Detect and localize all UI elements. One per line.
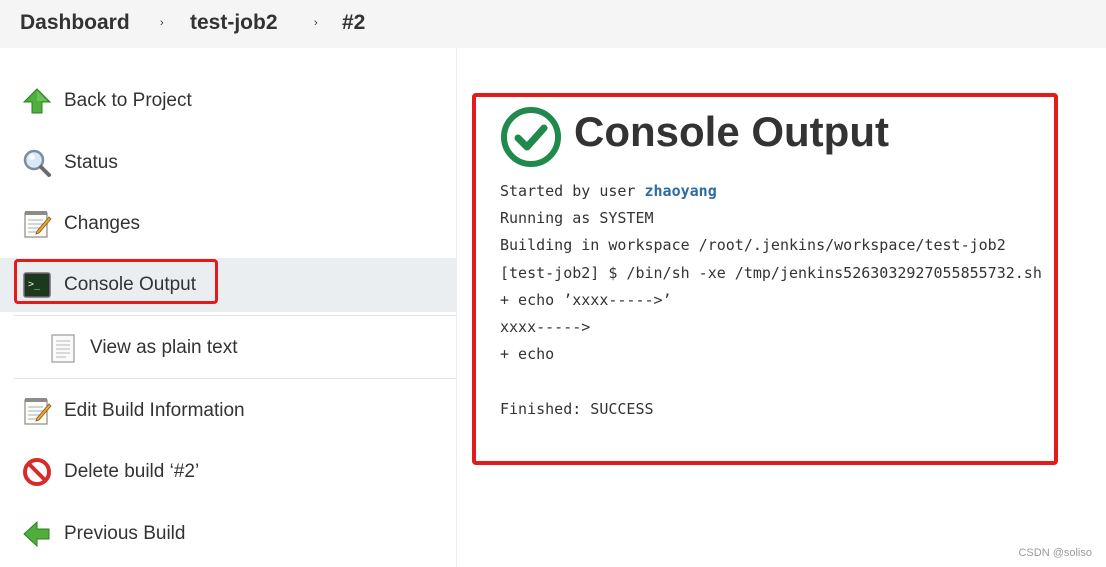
left-arrow-icon	[22, 519, 52, 549]
console-log: Started by user zhaoyang Running as SYSTE…	[500, 178, 1042, 423]
sidebar-item-status[interactable]: Status	[14, 136, 456, 190]
sidebar-item-edit-build-information[interactable]: Edit Build Information	[14, 384, 456, 438]
sidebar-item-previous-build[interactable]: Previous Build	[14, 507, 456, 561]
sidebar-item-label: Delete build ‘#2’	[64, 461, 200, 482]
chevron-right-icon[interactable]: ›	[314, 11, 318, 35]
sidebar-item-label: Console Output	[64, 274, 197, 295]
console-line: Building in workspace /root/.jenkins/wor…	[500, 236, 1006, 255]
console-line: Running as SYSTEM	[500, 209, 654, 228]
svg-text:>_: >_	[28, 279, 41, 290]
user-link[interactable]: zhaoyang	[645, 182, 717, 200]
console-text: Started by user	[500, 182, 645, 200]
sidebar-item-changes[interactable]: Changes	[14, 197, 456, 251]
up-arrow-icon	[22, 86, 52, 116]
breadcrumb-build[interactable]: #2	[342, 10, 365, 36]
console-line: xxxx----->	[500, 317, 591, 336]
divider	[14, 315, 456, 316]
sidebar-item-label: View as plain text	[90, 337, 238, 358]
console-line: [test-job2] $ /bin/sh -xe /tmp/jenkins52…	[500, 263, 1042, 282]
console-line: Started by user zhaoyang	[500, 178, 1042, 205]
console-line: + echo ’xxxx----->’	[500, 290, 672, 309]
terminal-icon: >_	[22, 270, 52, 300]
notepad-icon	[22, 396, 52, 426]
console-line: Finished: SUCCESS	[500, 399, 654, 418]
sidebar-item-console-output[interactable]: >_ Console Output	[0, 258, 456, 312]
sidebar-item-label: Changes	[64, 213, 141, 234]
document-icon	[48, 333, 78, 363]
breadcrumb: Dashboard › test-job2 › #2	[0, 0, 1106, 48]
watermark: CSDN @soliso	[1018, 547, 1092, 559]
sidebar-item-view-as-plain-text[interactable]: View as plain text	[40, 321, 456, 375]
chevron-right-icon[interactable]: ›	[160, 11, 164, 35]
sidebar-item-back-to-project[interactable]: Back to Project	[14, 74, 456, 128]
magnifier-icon	[22, 148, 52, 178]
breadcrumb-job[interactable]: test-job2	[190, 10, 278, 36]
divider	[14, 378, 456, 379]
page-title: Console Output	[574, 108, 889, 155]
success-check-icon	[498, 104, 564, 170]
console-line: + echo	[500, 345, 555, 364]
no-entry-icon	[22, 457, 52, 487]
sidebar-item-label: Back to Project	[64, 90, 192, 111]
sidebar-item-label: Status	[64, 152, 118, 173]
sidebar-divider	[456, 48, 457, 567]
notepad-icon	[22, 209, 52, 239]
breadcrumb-dashboard[interactable]: Dashboard	[20, 10, 130, 36]
sidebar-item-delete-build[interactable]: Delete build ‘#2’	[14, 445, 456, 499]
sidebar-item-label: Edit Build Information	[64, 400, 245, 421]
sidebar-item-label: Previous Build	[64, 523, 186, 544]
